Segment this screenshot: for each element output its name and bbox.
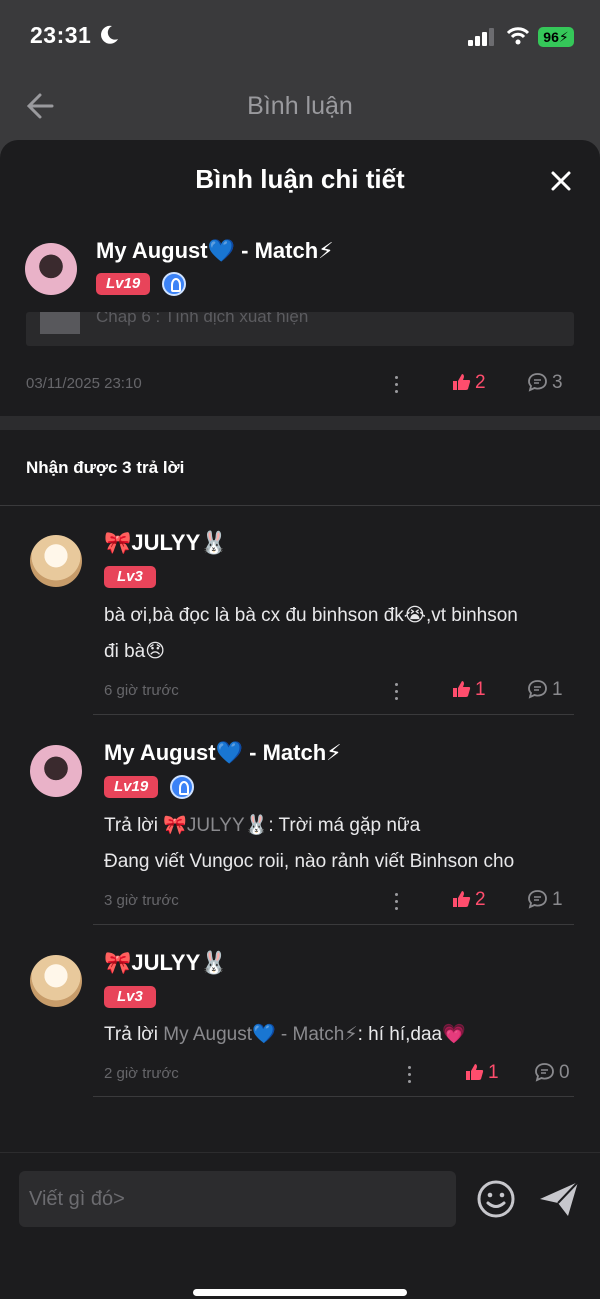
like-count: 2 [475,889,486,910]
page-header: Bình luận [0,72,600,142]
reply-text: Trả lời My August💙 - Match⚡: hí hí,daa💗 [104,1024,466,1045]
wifi-icon [506,27,530,45]
avatar[interactable] [25,243,77,295]
reply-username[interactable]: 🎀JULYY🐰 [104,950,228,976]
like-button[interactable]: 1 [452,679,486,701]
more-dots-icon[interactable] [395,683,399,701]
level-badge: Lv3 [104,986,156,1008]
section-divider [0,416,600,430]
more-dots-icon[interactable] [395,893,399,911]
chapter-link[interactable]: Chap 6 : Tình địch xuất hiện [26,312,574,346]
like-count: 2 [475,372,486,393]
reply-username[interactable]: My August💙 - Match⚡ [104,740,342,766]
reply-text: bà ơi,bà đọc là bà cx đu binhson đk😭,vt … [104,605,518,662]
comment-count: 1 [552,679,563,700]
verified-badge-icon [170,775,194,799]
like-count: 1 [488,1062,499,1083]
more-dots-icon[interactable] [408,1066,412,1084]
home-indicator [193,1289,407,1296]
comment-button[interactable]: 1 [527,889,563,911]
thumbs-up-icon [453,374,471,390]
reply-username[interactable]: 🎀JULYY🐰 [104,530,228,556]
emoji-icon[interactable] [476,1179,516,1219]
reply-time: 3 giờ trước [104,892,179,909]
thumbs-up-icon [453,681,471,697]
signal-icon [468,28,494,46]
comment-count: 1 [552,889,563,910]
reply-text: Trả lời 🎀JULYY🐰: Trời má gặp nữa Đang vi… [104,815,515,872]
comment-username[interactable]: My August💙 - Match⚡ [96,238,334,264]
like-button[interactable]: 2 [452,372,486,394]
replies-count: Nhận được 3 trả lời [26,458,185,477]
battery-indicator: 96⚡ [538,27,574,47]
level-badge: Lv19 [104,776,159,798]
level-badge: Lv3 [104,566,156,588]
like-count: 1 [475,679,486,700]
close-icon[interactable] [550,170,572,192]
like-button[interactable]: 2 [452,889,486,911]
divider [93,924,574,925]
divider [93,1096,574,1097]
verified-badge-icon [162,272,186,296]
avatar[interactable] [30,955,82,1007]
comment-date: 03/11/2025 23:10 [26,375,142,392]
comment-icon [528,680,547,699]
comment-icon [528,890,547,909]
comment-count: 0 [559,1062,570,1083]
moon-icon [101,25,118,44]
comment-input-bar [0,1152,600,1299]
send-icon[interactable] [538,1179,580,1219]
comment-button[interactable]: 3 [527,372,563,394]
status-bar: 23:31 96⚡ [0,0,600,72]
chapter-title: Chap 6 : Tình địch xuất hiện [96,312,309,326]
like-button[interactable]: 1 [465,1062,499,1084]
comment-button[interactable]: 1 [527,679,563,701]
thumbs-up-icon [466,1064,484,1080]
comment-count: 3 [552,372,563,393]
comment-input[interactable] [19,1171,456,1227]
reply-time: 6 giờ trước [104,682,179,699]
avatar[interactable] [30,745,82,797]
comment-detail-sheet: Bình luận chi tiết My August💙 - Match⚡ L… [0,140,600,1299]
comment-icon [528,373,547,392]
sheet-title: Bình luận chi tiết [195,164,405,194]
divider [93,714,574,715]
more-dots-icon[interactable] [395,376,399,394]
comment-button[interactable]: 0 [534,1062,570,1084]
comment-icon [535,1063,554,1082]
thumbs-up-icon [453,891,471,907]
status-time: 23:31 [30,22,92,48]
reply-to-user[interactable]: My August💙 - Match⚡ [163,1024,357,1045]
avatar[interactable] [30,535,82,587]
reply-to-user[interactable]: 🎀JULYY🐰 [163,815,268,836]
reply-time: 2 giờ trước [104,1065,179,1082]
chapter-thumbnail [40,312,80,334]
level-badge: Lv19 [96,273,151,295]
page-title: Bình luận [247,92,353,120]
divider [0,505,600,506]
